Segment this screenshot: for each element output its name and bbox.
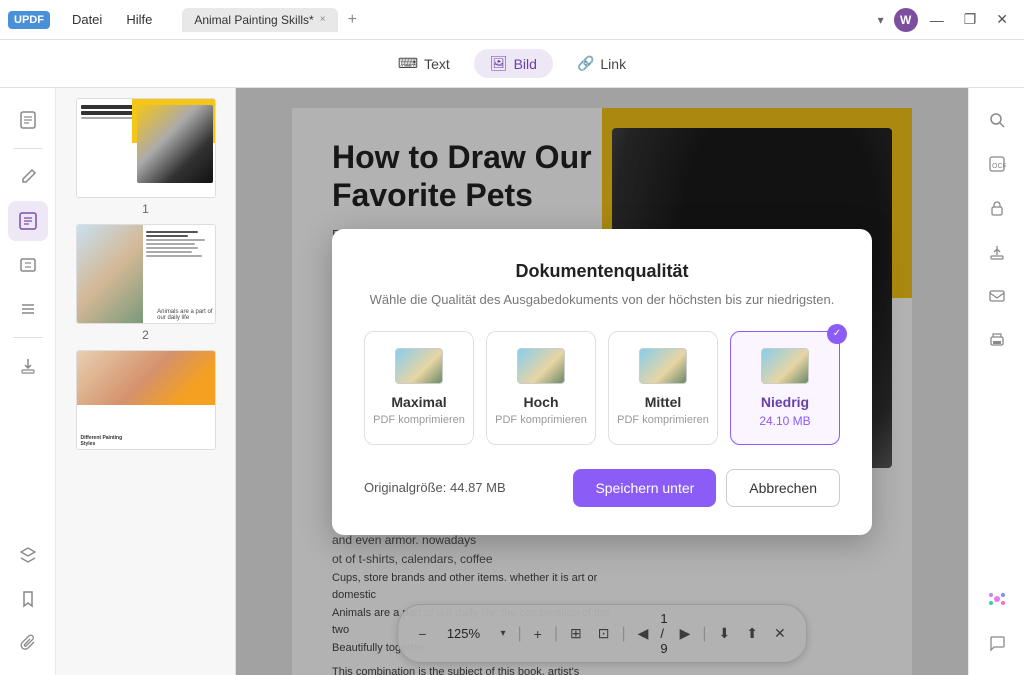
quality-size-niedrig: 24.10 MB — [739, 414, 831, 428]
save-button[interactable]: Speichern unter — [573, 469, 716, 507]
text-icon: ⌨ — [398, 55, 418, 72]
menu-bar: Datei Hilfe — [62, 8, 162, 31]
quality-card-niedrig[interactable]: ✓ Niedrig 24.10 MB — [730, 331, 840, 445]
quality-icon-mittel — [639, 348, 687, 384]
tab-title: Animal Painting Skills* — [194, 13, 313, 27]
right-icon-print[interactable] — [977, 320, 1017, 360]
sidebar-icon-export[interactable] — [8, 346, 48, 386]
selected-check-icon: ✓ — [827, 324, 847, 344]
sidebar-divider-1 — [13, 148, 43, 149]
tab-add-button[interactable]: + — [342, 11, 363, 29]
content-area: How to Draw Our Favorite Pets Egyptian a… — [236, 88, 968, 675]
modal-overlay: Dokumentenqualität Wähle die Qualität de… — [236, 88, 968, 675]
quality-icon-maximal — [395, 348, 443, 384]
right-icon-mail[interactable] — [977, 276, 1017, 316]
right-icon-integrations[interactable] — [977, 579, 1017, 619]
quality-card-mittel[interactable]: Mittel PDF komprimieren — [608, 331, 718, 445]
text-label: Text — [424, 56, 450, 72]
left-sidebar — [0, 88, 56, 675]
svg-text:OCR: OCR — [992, 163, 1006, 170]
quality-desc-mittel: PDF komprimieren — [617, 414, 709, 426]
quality-card-hoch[interactable]: Hoch PDF komprimieren — [486, 331, 596, 445]
quality-name-hoch: Hoch — [495, 394, 587, 410]
quality-desc-maximal: PDF komprimieren — [373, 414, 465, 426]
link-icon: 🔗 — [577, 55, 594, 72]
tab-close-button[interactable]: × — [320, 14, 326, 25]
quality-name-maximal: Maximal — [373, 394, 465, 410]
quality-desc-hoch: PDF komprimieren — [495, 414, 587, 426]
right-icon-ocr[interactable]: OCR — [977, 144, 1017, 184]
page-number-1: 1 — [142, 202, 149, 216]
close-window-button[interactable]: ✕ — [988, 9, 1016, 30]
modal-title: Dokumentenqualität — [364, 261, 840, 282]
thumbnail-img-2: Animals are a part ofour daily life — [76, 224, 216, 324]
image-tool-button[interactable]: 🖼 Bild — [474, 49, 553, 78]
maximize-button[interactable]: ❐ — [956, 9, 985, 30]
quality-icon-hoch — [517, 348, 565, 384]
right-search-icon[interactable] — [977, 100, 1017, 140]
text-tool-button[interactable]: ⌨ Text — [382, 49, 466, 78]
quality-icon-niedrig — [761, 348, 809, 384]
thumbnail-page-2[interactable]: Animals are a part ofour daily life 2 — [66, 224, 225, 342]
thumbnail-img-1 — [76, 98, 216, 198]
edit-toolbar: ⌨ Text 🖼 Bild 🔗 Link — [0, 40, 1024, 88]
main-layout: 1 Animals a — [0, 88, 1024, 675]
user-avatar[interactable]: W — [894, 8, 918, 32]
right-icon-lock[interactable] — [977, 188, 1017, 228]
original-size-display: Originalgröße: 44.87 MB — [364, 480, 506, 495]
thumbnail-img-3: Different PaintingStyles — [76, 350, 216, 450]
right-icon-chat[interactable] — [977, 623, 1017, 663]
cancel-button[interactable]: Abbrechen — [726, 469, 840, 507]
quality-card-maximal[interactable]: Maximal PDF komprimieren — [364, 331, 474, 445]
app-logo: UPDF — [8, 11, 50, 29]
sidebar-icon-edit[interactable] — [8, 157, 48, 197]
sidebar-icon-forms[interactable] — [8, 245, 48, 285]
quality-name-mittel: Mittel — [617, 394, 709, 410]
quality-name-niedrig: Niedrig — [739, 394, 831, 410]
window-dropdown[interactable]: ▾ — [872, 11, 890, 29]
sidebar-icon-attachment[interactable] — [8, 623, 48, 663]
modal-footer: Originalgröße: 44.87 MB Speichern unter … — [364, 469, 840, 507]
right-icon-share[interactable] — [977, 232, 1017, 272]
active-tab[interactable]: Animal Painting Skills* × — [182, 8, 337, 32]
link-tool-button[interactable]: 🔗 Link — [561, 49, 642, 78]
image-label: Bild — [514, 56, 537, 72]
quality-modal: Dokumentenqualität Wähle die Qualität de… — [332, 229, 872, 535]
link-label: Link — [600, 56, 626, 72]
thumbnail-panel: 1 Animals a — [56, 88, 236, 675]
quality-options: Maximal PDF komprimieren Hoch PDF kompri… — [364, 331, 840, 445]
image-icon: 🖼 — [490, 55, 508, 72]
sidebar-icon-organize[interactable] — [8, 289, 48, 329]
sidebar-icon-layers[interactable] — [8, 535, 48, 575]
sidebar-divider-2 — [13, 337, 43, 338]
menu-hilfe[interactable]: Hilfe — [116, 8, 162, 31]
sidebar-icon-annotate[interactable] — [8, 201, 48, 241]
menu-datei[interactable]: Datei — [62, 8, 112, 31]
right-sidebar: OCR — [968, 88, 1024, 675]
sidebar-icon-bookmark[interactable] — [8, 579, 48, 619]
thumbnail-page-3[interactable]: Different PaintingStyles — [66, 350, 225, 450]
page-number-2: 2 — [142, 328, 149, 342]
modal-actions: Speichern unter Abbrechen — [573, 469, 840, 507]
thumbnail-page-1[interactable]: 1 — [66, 98, 225, 216]
minimize-button[interactable]: — — [922, 10, 952, 30]
sidebar-icon-pages[interactable] — [8, 100, 48, 140]
titlebar: UPDF Datei Hilfe Animal Painting Skills*… — [0, 0, 1024, 40]
modal-subtitle: Wähle die Qualität des Ausgabedokuments … — [364, 292, 840, 307]
